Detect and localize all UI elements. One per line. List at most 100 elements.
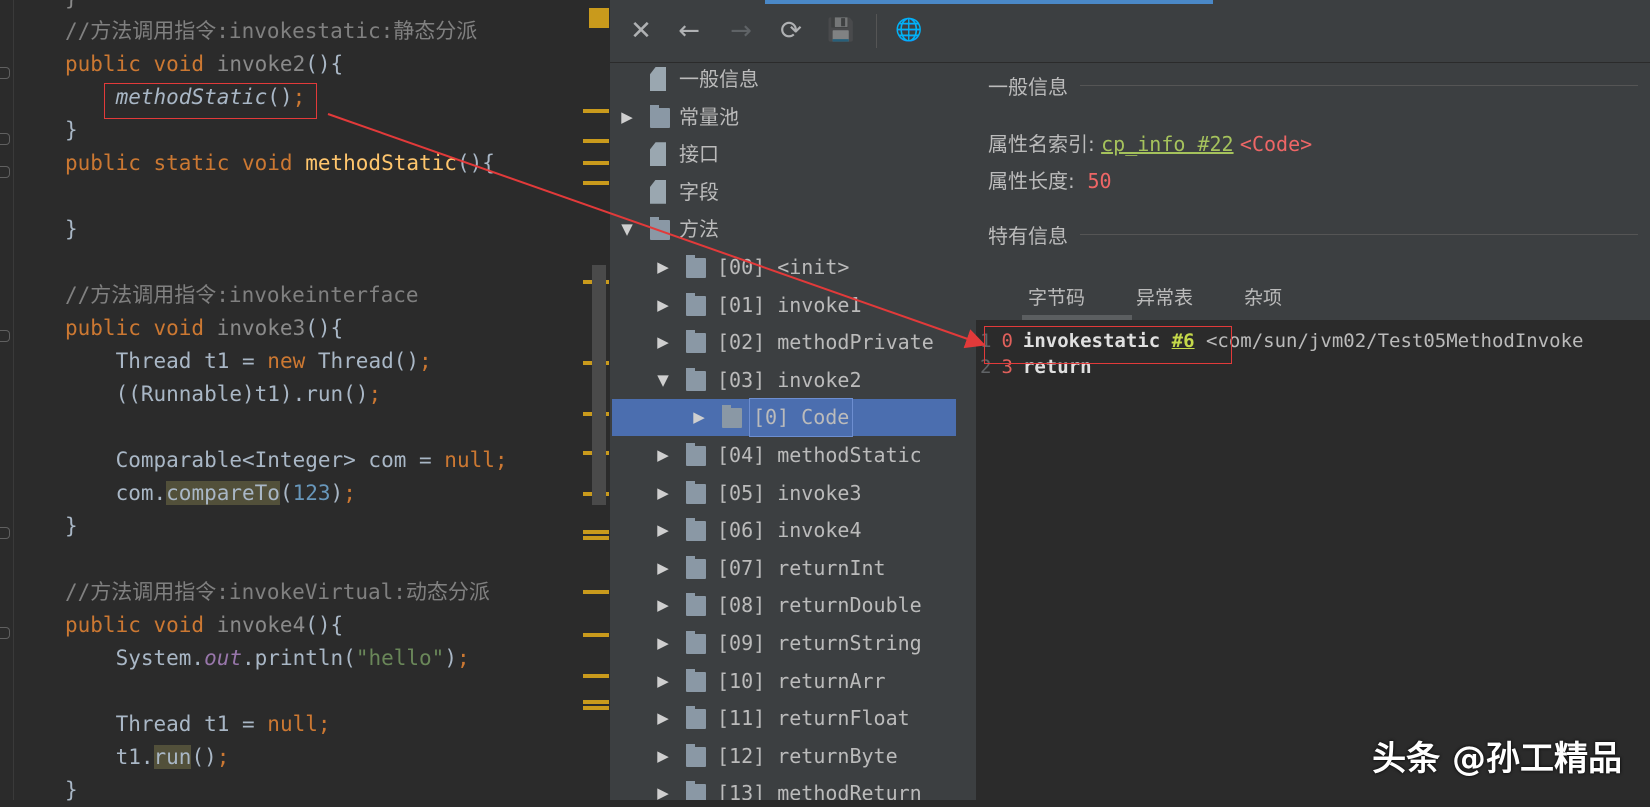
file-icon [650,142,666,167]
tree-node[interactable]: ▶ [00] <init> [610,249,976,286]
tree-node[interactable]: ▶ [05] invoke3 [610,475,976,512]
attr-name-link[interactable]: cp_info #22 [1101,132,1233,156]
collapsed-arrow-icon[interactable]: ▶ [654,249,672,286]
code-token: Thread t1 = [65,349,268,373]
stripe-marker[interactable] [583,161,609,165]
expanded-arrow-icon[interactable]: ▼ [618,211,636,248]
code-line: } [65,213,78,246]
code-token: public void [65,613,217,637]
code-line: Comparable<Integer> com = null; [65,444,508,477]
tree-node[interactable]: ▼ [03] invoke2 [610,362,976,399]
class-structure-tree[interactable]: 一般信息 ▶ 常量池 接口 字段 ▼ 方法 ▶ [00] <init> ▶ [01] invoke1… [610,63,976,800]
tree-node[interactable]: ▶ [04] methodStatic [610,437,976,474]
code-token: (){ [305,52,344,76]
collapsed-arrow-icon[interactable]: ▶ [654,700,672,737]
tree-node[interactable]: 一般信息 [610,63,976,98]
save-icon[interactable]: 💾 [824,14,858,48]
collapsed-arrow-icon[interactable]: ▶ [654,287,672,324]
tree-node[interactable]: ▶ [06] invoke4 [610,512,976,549]
stripe-marker[interactable] [583,139,609,143]
stripe-marker[interactable] [583,633,609,637]
folder-icon [686,255,706,278]
toolbar-separator [876,14,877,48]
folder-icon [722,405,742,429]
tree-node[interactable]: ▶ [01] invoke1 [610,287,976,324]
collapsed-arrow-icon[interactable]: ▶ [654,625,672,662]
code-token: t1. [65,745,154,769]
tree-node-label: [09] returnString [717,631,922,655]
forward-arrow-icon[interactable]: → [724,14,758,48]
tree-node-label: [02] methodPrivate [717,330,934,355]
code-line: } [65,510,78,543]
fold-marker[interactable] [0,627,10,639]
code-editor[interactable]: } //方法调用指令:invokestatic:静态分派 public void i… [0,0,610,802]
tree-node[interactable]: ▶ [12] returnByte [610,738,976,775]
tab-exception-table[interactable]: 异常表 [1136,283,1193,310]
tab-misc[interactable]: 杂项 [1244,283,1282,310]
back-arrow-icon[interactable]: ← [672,14,706,48]
close-icon[interactable]: ✕ [624,14,658,48]
tree-node[interactable]: ▶ [10] returnArr [610,663,976,700]
collapsed-arrow-icon[interactable]: ▶ [654,663,672,700]
globe-icon[interactable]: 🌐 [892,14,926,48]
tree-node[interactable]: ▶ [08] returnDouble [610,587,976,624]
stripe-marker[interactable] [583,530,609,534]
code-token: compareTo [166,481,280,505]
stripe-marker[interactable] [583,181,609,185]
stripe-marker[interactable] [583,536,609,540]
stripe-marker[interactable] [583,109,609,113]
collapsed-arrow-icon[interactable]: ▶ [654,324,672,361]
stripe-marker[interactable] [583,590,609,594]
stripe-marker[interactable] [583,674,609,678]
bytecode-view[interactable]: 1 0 invokestatic #6 <com/sun/jvm02/Test05M… [976,320,1650,800]
tree-node[interactable]: ▼ 方法 [610,211,976,248]
collapsed-arrow-icon[interactable]: ▶ [618,99,636,136]
code-token: } [65,0,78,10]
stripe-marker[interactable] [583,706,609,710]
collapsed-arrow-icon[interactable]: ▶ [654,475,672,512]
code-token: ; [216,745,230,769]
fold-marker[interactable] [0,67,10,79]
tree-node[interactable]: ▶ [11] returnFloat [610,700,976,737]
tree-node[interactable]: ▶ 常量池 [610,99,976,136]
divider [1080,234,1638,235]
editor-scrollbar[interactable] [592,265,606,505]
code-token: ; [419,349,432,373]
expanded-arrow-icon[interactable]: ▼ [654,362,672,399]
refresh-icon[interactable]: ⟳ [774,14,808,48]
code-token: () [191,745,217,769]
collapsed-arrow-icon[interactable]: ▶ [654,437,672,474]
tree-node-label: [0] Code [748,398,854,438]
folder-icon [650,104,670,128]
tree-node[interactable]: ▶ [09] returnString [610,625,976,662]
active-tab-indicator [765,0,1213,4]
code-token: (){ [305,613,344,637]
code-token: null [267,712,318,736]
collapsed-arrow-icon[interactable]: ▶ [654,550,672,587]
collapsed-arrow-icon[interactable]: ▶ [654,738,672,775]
collapsed-arrow-icon[interactable]: ▶ [654,512,672,549]
fold-marker[interactable] [0,166,10,178]
code-token: public static void [65,151,306,175]
ref-comment: <com/sun/jvm02/Test05MethodInvoke [1205,330,1584,352]
fold-marker[interactable] [0,330,10,342]
tree-node[interactable]: 接口 [610,136,976,173]
tab-bytecode[interactable]: 字节码 [1028,283,1085,310]
tree-node[interactable]: 字段 [610,174,976,211]
tree-node[interactable]: ▶ [13] methodReturn [610,775,976,800]
tree-node[interactable]: ▶ [02] methodPrivate [610,324,976,361]
code-token: } [65,778,78,802]
stripe-marker[interactable] [583,700,609,704]
code-token: } [65,514,78,538]
code-line: public void invoke3(){ [65,312,343,345]
code-token: ) [444,646,457,670]
collapsed-arrow-icon[interactable]: ▶ [654,587,672,624]
inspection-status-icon[interactable] [589,8,609,28]
tree-node[interactable]: ▶ [0] Code [612,398,956,438]
tree-node[interactable]: ▶ [07] returnInt [610,550,976,587]
fold-marker[interactable] [0,133,10,145]
code-token: } [65,217,78,241]
collapsed-arrow-icon[interactable]: ▶ [690,399,708,436]
collapsed-arrow-icon[interactable]: ▶ [654,775,672,800]
fold-marker[interactable] [0,527,10,539]
